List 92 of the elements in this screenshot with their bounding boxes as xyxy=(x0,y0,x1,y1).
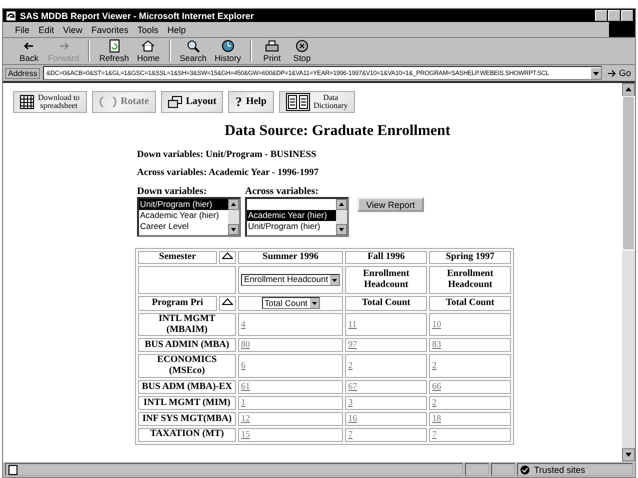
value-link[interactable]: 1 xyxy=(241,397,246,408)
across-variables-list[interactable]: Academic Year (hier) Unit/Program (hier) xyxy=(245,197,349,237)
menu-item[interactable]: Edit xyxy=(38,24,54,34)
measure-dropdown[interactable]: Enrollment Headcount xyxy=(241,274,340,286)
value-link[interactable]: 11 xyxy=(348,318,357,329)
list-label: Across variables: xyxy=(245,186,320,197)
value-link[interactable]: 83 xyxy=(432,339,442,350)
sort-up-icon[interactable] xyxy=(222,298,233,305)
value-link[interactable]: 18 xyxy=(432,413,442,424)
statistic-label: Total Count xyxy=(362,298,410,308)
go-button[interactable]: Go xyxy=(604,68,633,78)
value-link[interactable]: 6 xyxy=(241,360,246,370)
list-option[interactable]: Career Level xyxy=(139,221,228,232)
printer-icon xyxy=(264,39,280,53)
status-panel xyxy=(465,463,489,476)
toolbar-button[interactable]: Back xyxy=(15,39,43,63)
arrow-icon xyxy=(606,68,617,78)
value-link[interactable]: 7 xyxy=(432,428,437,439)
value-link[interactable]: 67 xyxy=(348,381,358,392)
history-icon xyxy=(220,39,236,53)
row-header: TAXATION (MT) xyxy=(138,428,236,442)
menu-item[interactable]: File xyxy=(15,24,30,34)
list-option[interactable]: Unit/Program (hier) xyxy=(247,221,336,232)
statistic-label: Total Count xyxy=(446,298,494,308)
value-link[interactable]: 97 xyxy=(348,339,358,350)
home-icon xyxy=(140,39,156,53)
column-header: Fall 1996 xyxy=(345,251,428,264)
list-option[interactable]: Academic Year (hier) xyxy=(247,210,336,221)
page-icon xyxy=(8,464,18,474)
list-scrollbar[interactable] xyxy=(336,199,347,235)
statistic-dropdown[interactable]: Total Count xyxy=(262,296,320,309)
toolbar-button[interactable]: Home xyxy=(134,39,163,63)
measure-label: Enrollment Headcount xyxy=(362,269,410,290)
value-link[interactable]: 2 xyxy=(432,360,437,370)
book-icon xyxy=(286,93,310,111)
search-icon xyxy=(185,39,202,53)
menu-item[interactable]: Favorites xyxy=(91,24,128,34)
toolbar-button[interactable]: History xyxy=(212,39,244,63)
sort-up-icon[interactable] xyxy=(222,252,233,259)
row-header: BUS ADM (MBA)-EX xyxy=(138,380,236,394)
page-toolbar-button[interactable]: Download to spreadsheet xyxy=(13,91,87,113)
value-link[interactable]: 12 xyxy=(241,413,250,424)
toolbar-button[interactable]: Stop xyxy=(288,39,316,63)
list-option[interactable]: Academic Year (hier) xyxy=(139,210,228,221)
list-option[interactable]: Unit/Program (hier) xyxy=(139,199,228,210)
value-link[interactable]: 2 xyxy=(432,397,437,408)
list-label: Down variables: xyxy=(137,186,208,197)
status-panel xyxy=(491,463,515,476)
page-toolbar-button[interactable]: Data Dictionary xyxy=(278,91,355,113)
rotate-icon xyxy=(98,95,117,109)
row-header: BUS ADMIN (MBA) xyxy=(138,338,236,352)
value-link[interactable]: 66 xyxy=(432,381,442,392)
toolbar-button[interactable]: Search xyxy=(176,39,210,63)
report-heading: Data Source: Graduate Enrollment xyxy=(224,123,452,140)
value-link[interactable]: 4 xyxy=(241,318,246,329)
page-scrollbar[interactable] xyxy=(622,83,635,462)
column-header: Spring 1997 xyxy=(429,251,512,264)
measure-label: Enrollment Headcount xyxy=(446,269,494,290)
value-link[interactable]: 3 xyxy=(348,397,353,408)
variables-summary: Down variables: Unit/Program - BUSINESS xyxy=(137,150,318,160)
list-scrollbar[interactable] xyxy=(228,199,239,235)
window-title: SAS MDDB Report Viewer - Microsoft Internet Explorer xyxy=(20,10,254,20)
page-toolbar-button[interactable]: Layout xyxy=(160,91,224,113)
value-link[interactable]: 16 xyxy=(348,413,358,424)
zone-label: Trusted sites xyxy=(534,464,586,474)
row-header: INTL MGMT (MBAIM) xyxy=(138,312,236,336)
value-link[interactable]: 80 xyxy=(241,339,250,350)
stop-icon xyxy=(294,39,310,53)
view-report-button[interactable]: View Report xyxy=(357,197,424,212)
check-icon xyxy=(520,464,530,474)
toolbar-button[interactable]: Refresh xyxy=(96,39,132,63)
value-link[interactable]: 15 xyxy=(241,428,250,439)
variables-summary: Across variables: Academic Year - 1996-1997 xyxy=(137,168,320,178)
row-header: INTL MGMT (MIM) xyxy=(138,396,236,410)
value-link[interactable]: 7 xyxy=(348,428,353,439)
value-link[interactable]: 61 xyxy=(241,381,250,392)
down-variables-list[interactable]: Unit/Program (hier) Academic Year (hier) Career Level xyxy=(137,197,241,237)
table-header-cell: Semester xyxy=(138,251,217,264)
menu-item[interactable]: View xyxy=(63,24,82,34)
grid-icon xyxy=(20,95,34,109)
value-link[interactable]: 2 xyxy=(348,360,353,370)
menu-item[interactable]: Help xyxy=(167,24,186,34)
address-label: Address xyxy=(5,68,40,78)
menu-item[interactable]: Tools xyxy=(137,24,158,34)
table-header-cell: Program Pri xyxy=(138,296,217,311)
page-toolbar-button[interactable]: ? Help xyxy=(228,91,274,113)
row-header: ECONOMICS (MSEco) xyxy=(138,354,236,378)
row-header: INF SYS MGT(MBA) xyxy=(138,412,236,426)
value-link[interactable]: 10 xyxy=(432,318,442,329)
toolbar-button[interactable]: Print xyxy=(258,39,286,63)
column-header: Summer 1996 xyxy=(238,251,344,264)
windows-icon xyxy=(168,96,182,108)
